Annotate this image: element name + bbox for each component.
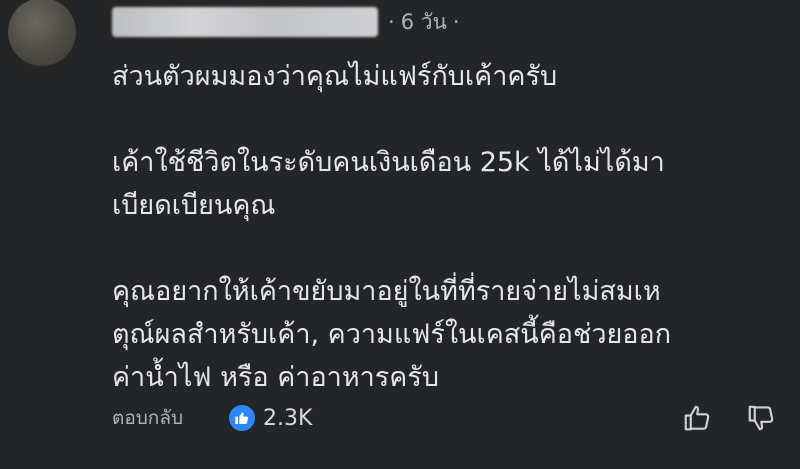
header-separator: · (388, 10, 395, 34)
thumbs-up-outline-icon[interactable] (682, 403, 712, 433)
author-name[interactable] (112, 7, 378, 37)
comment-actions: ตอบกลับ 2.3K (112, 398, 312, 438)
comment-paragraph: คุณอยากให้เค้าขยับมาอยู่ในที่ที่รายจ่ายไ… (112, 276, 672, 393)
thumbs-down-outline-icon[interactable] (746, 403, 776, 433)
like-icon (229, 405, 256, 431)
comment-header: · 6 วัน · (112, 2, 466, 42)
comment-paragraph: ส่วนตัวผมมองว่าคุณไม่แฟร์กับเค้าครับ (112, 61, 558, 92)
reply-button[interactable]: ตอบกลับ (112, 403, 183, 433)
comment-timestamp[interactable]: 6 วัน (401, 6, 447, 39)
comment-body: ส่วนตัวผมมองว่าคุณไม่แฟร์กับเค้าครับ เค้… (112, 55, 782, 399)
reaction-summary[interactable]: 2.3K (229, 405, 312, 431)
vote-controls (682, 398, 776, 438)
header-separator-trailing: · (452, 10, 460, 34)
comment-paragraph: เค้าใช้ชีวิตในระดับคนเงินเดือน 25k ได้ไม… (112, 147, 665, 221)
reaction-count: 2.3K (263, 405, 313, 431)
avatar[interactable] (8, 0, 76, 66)
